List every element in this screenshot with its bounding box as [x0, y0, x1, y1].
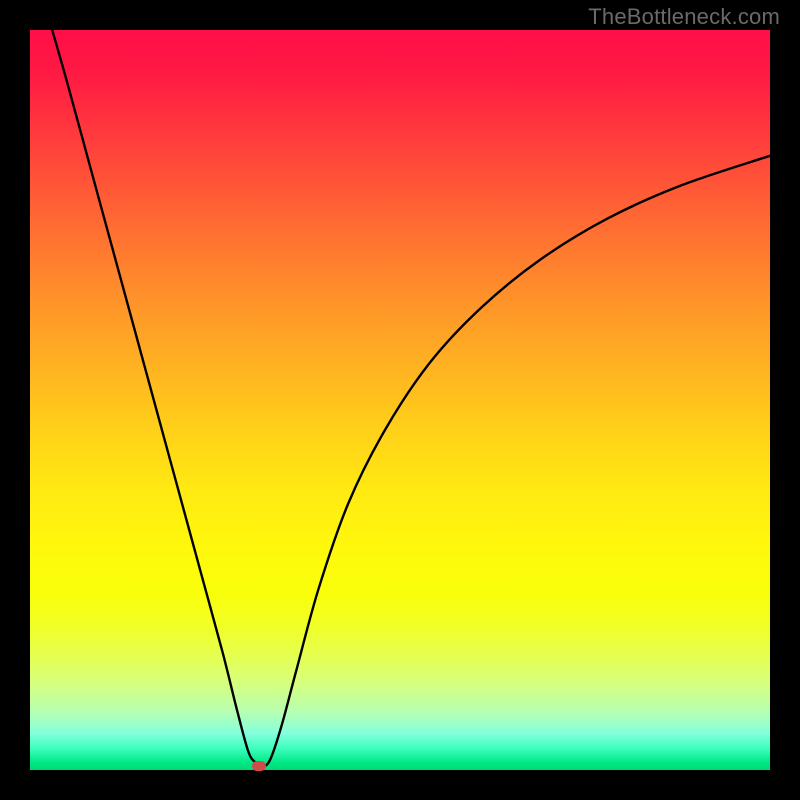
plot-area — [30, 30, 770, 770]
bottleneck-curve — [30, 30, 770, 770]
chart-frame: TheBottleneck.com — [0, 0, 800, 800]
bottleneck-marker — [252, 761, 266, 771]
watermark-text: TheBottleneck.com — [588, 4, 780, 30]
